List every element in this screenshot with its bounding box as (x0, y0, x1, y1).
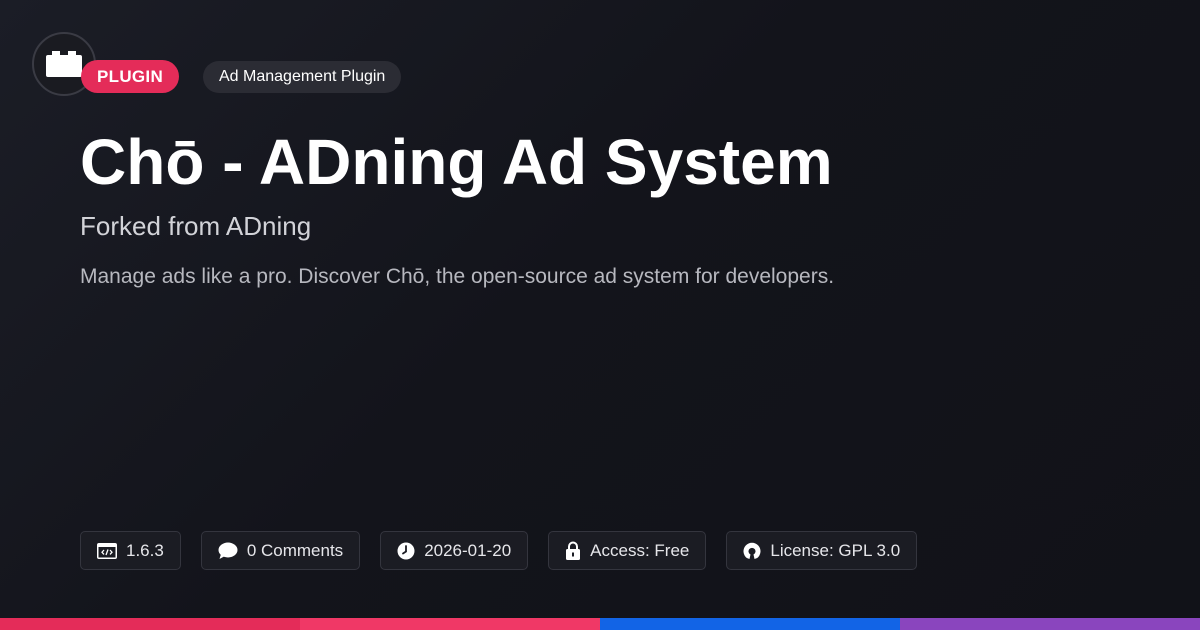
comment-icon (218, 542, 238, 560)
access-text: Access: Free (590, 540, 690, 560)
version-chip: 1.6.3 (80, 531, 181, 570)
access-chip: Access: Free (548, 531, 707, 570)
accent-segment (0, 618, 300, 630)
meta-row: 1.6.3 0 Comments 2026-01-20 Access: Free… (80, 531, 918, 570)
date-text: 2026-01-20 (424, 540, 512, 560)
comments-text: 0 Comments (246, 540, 344, 560)
brick-icon (46, 51, 82, 77)
open-source-icon (743, 542, 761, 560)
page-subtitle: Forked from ADning (80, 211, 312, 241)
accent-segment (300, 618, 600, 630)
comments-chip[interactable]: 0 Comments (200, 531, 361, 570)
license-text: License: GPL 3.0 (770, 540, 901, 560)
accent-bar (0, 618, 1200, 630)
type-badge: PLUGIN (81, 60, 180, 93)
license-chip: License: GPL 3.0 (726, 531, 918, 570)
version-text: 1.6.3 (126, 540, 164, 560)
date-chip: 2026-01-20 (380, 531, 529, 570)
lock-icon (565, 541, 581, 560)
code-window-icon (97, 542, 117, 559)
accent-segment (900, 618, 1200, 630)
clock-icon (397, 542, 415, 560)
category-badge[interactable]: Ad Management Plugin (203, 61, 402, 93)
accent-segment (600, 618, 900, 630)
page-title: Chō - ADning Ad System (80, 126, 833, 198)
page-description: Manage ads like a pro. Discover Chō, the… (80, 265, 835, 288)
